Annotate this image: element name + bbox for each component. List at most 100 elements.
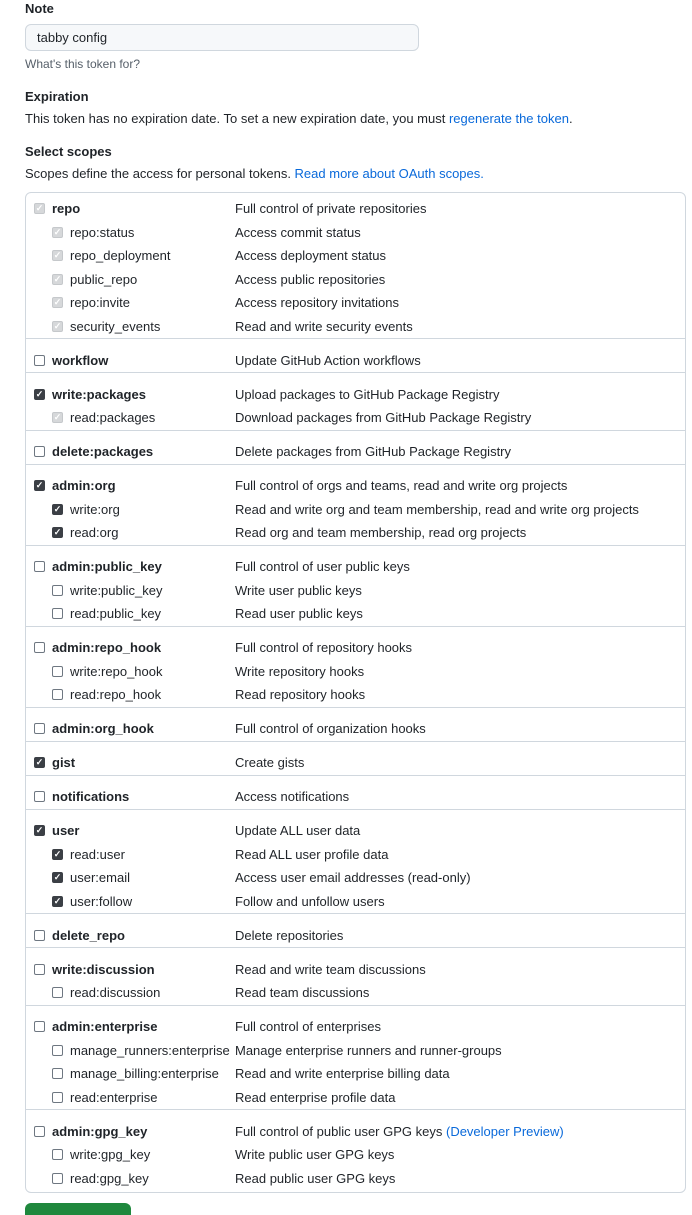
scope-checkbox[interactable] bbox=[34, 388, 45, 400]
scope-checkbox[interactable] bbox=[52, 527, 63, 538]
scope-name[interactable]: manage_runners:enterprise bbox=[70, 1043, 230, 1058]
scope-checkbox[interactable] bbox=[52, 1044, 63, 1056]
note-input[interactable] bbox=[25, 24, 419, 51]
scope-checkbox[interactable] bbox=[52, 1091, 63, 1103]
scope-name[interactable]: admin:public_key bbox=[52, 559, 162, 574]
scope-checkbox[interactable] bbox=[52, 1149, 63, 1160]
scope-checkbox[interactable] bbox=[34, 963, 45, 975]
scope-name[interactable]: security_events bbox=[70, 319, 160, 334]
note-hint: What's this token for? bbox=[25, 57, 141, 71]
scope-checkbox bbox=[52, 273, 63, 285]
scope-name[interactable]: user bbox=[52, 823, 79, 838]
scope-name[interactable]: write:discussion bbox=[52, 962, 155, 977]
scope-divider bbox=[26, 740, 685, 742]
scopes-list: repo Full control of private repositories… bbox=[25, 192, 686, 1193]
sub-scope-row: write:org Read and write org and team mem… bbox=[26, 501, 685, 521]
scope-description: Access repository invitations bbox=[235, 295, 399, 310]
scope-row: admin:repo_hook Full control of repositor… bbox=[26, 639, 685, 659]
scope-checkbox[interactable] bbox=[52, 1172, 63, 1184]
scope-checkbox bbox=[52, 297, 63, 308]
scope-checkbox[interactable] bbox=[34, 561, 45, 572]
scope-description-text: Access deployment status bbox=[235, 248, 387, 263]
scope-checkbox[interactable] bbox=[34, 1125, 45, 1137]
scope-checkbox[interactable] bbox=[34, 723, 45, 734]
scope-name[interactable]: write:org bbox=[70, 502, 120, 517]
scope-description: Read and write enterprise billing data bbox=[235, 1066, 450, 1081]
oauth-scopes-link[interactable]: Read more about OAuth scopes. bbox=[295, 166, 484, 181]
generate-token-button[interactable] bbox=[25, 1203, 131, 1215]
scope-name[interactable]: read:user bbox=[70, 847, 125, 862]
sub-scope-row: security_events Read and write security e… bbox=[26, 318, 685, 338]
scope-name[interactable]: write:gpg_key bbox=[70, 1147, 150, 1162]
developer-preview-link[interactable]: (Developer Preview) bbox=[446, 1124, 564, 1139]
scope-checkbox[interactable] bbox=[52, 584, 63, 596]
scope-divider bbox=[26, 372, 685, 373]
scope-name[interactable]: read:enterprise bbox=[70, 1090, 157, 1105]
scope-checkbox[interactable] bbox=[34, 825, 45, 836]
scope-checkbox[interactable] bbox=[34, 791, 45, 802]
scope-name[interactable]: read:repo_hook bbox=[70, 687, 161, 702]
scope-name[interactable]: admin:org bbox=[52, 478, 116, 493]
scope-description: Full control of private repositories bbox=[235, 201, 426, 216]
scope-checkbox[interactable] bbox=[34, 354, 45, 366]
sub-scope-row: repo_deployment Access deployment status bbox=[26, 247, 685, 267]
scope-description-text: Read and write enterprise billing data bbox=[235, 1066, 450, 1081]
scope-checkbox[interactable] bbox=[52, 665, 63, 677]
scope-name[interactable]: user:email bbox=[70, 870, 130, 885]
scope-description: Create gists bbox=[235, 755, 304, 770]
scope-description-text: Download packages from GitHub Package Re… bbox=[235, 410, 532, 425]
scope-description: Read ALL user profile data bbox=[235, 847, 388, 862]
scope-name[interactable]: notifications bbox=[52, 789, 129, 804]
scope-description: Read org and team membership, read org p… bbox=[235, 525, 526, 540]
scope-row: admin:org Full control of orgs and teams,… bbox=[26, 477, 685, 497]
scope-description-text: Update ALL user data bbox=[235, 823, 361, 838]
scope-description: Read user public keys bbox=[235, 606, 363, 621]
scope-name[interactable]: delete_repo bbox=[52, 928, 125, 943]
scope-description: Update GitHub Action workflows bbox=[235, 353, 421, 368]
scope-checkbox[interactable] bbox=[52, 895, 63, 907]
scope-description: Read and write org and team membership, … bbox=[235, 502, 639, 517]
scope-name[interactable]: write:public_key bbox=[70, 583, 163, 598]
scope-name[interactable]: manage_billing:enterprise bbox=[70, 1066, 219, 1081]
scope-name[interactable]: admin:repo_hook bbox=[52, 640, 161, 655]
scope-name[interactable]: user:follow bbox=[70, 894, 132, 909]
scope-name[interactable]: read:discussion bbox=[70, 985, 160, 1000]
scope-description-text: Access notifications bbox=[235, 789, 350, 804]
scope-name[interactable]: delete:packages bbox=[52, 444, 153, 459]
scope-checkbox[interactable] bbox=[52, 689, 63, 700]
scope-name[interactable]: repo bbox=[52, 201, 80, 216]
scope-checkbox[interactable] bbox=[52, 1068, 63, 1079]
scope-checkbox[interactable] bbox=[34, 929, 45, 941]
scope-description: Access notifications bbox=[235, 789, 349, 804]
scope-description: Write repository hooks bbox=[235, 664, 364, 679]
scope-name[interactable]: read:org bbox=[70, 525, 118, 540]
scope-name[interactable]: repo:invite bbox=[70, 295, 130, 310]
scope-checkbox[interactable] bbox=[52, 608, 63, 619]
scope-name[interactable]: read:packages bbox=[70, 410, 155, 425]
scope-checkbox[interactable] bbox=[34, 480, 45, 491]
scope-name[interactable]: gist bbox=[52, 755, 75, 770]
scope-checkbox[interactable] bbox=[52, 503, 63, 515]
scope-checkbox[interactable] bbox=[34, 446, 45, 457]
scope-description: Write public user GPG keys bbox=[235, 1147, 394, 1162]
scope-name[interactable]: repo:status bbox=[70, 225, 134, 240]
scope-name[interactable]: admin:gpg_key bbox=[52, 1124, 147, 1139]
scope-name[interactable]: admin:org_hook bbox=[52, 721, 154, 736]
scope-name[interactable]: admin:enterprise bbox=[52, 1019, 157, 1034]
scope-name[interactable]: write:packages bbox=[52, 387, 146, 402]
scope-name[interactable]: public_repo bbox=[70, 272, 137, 287]
regenerate-token-link[interactable]: regenerate the token bbox=[449, 111, 569, 126]
scope-checkbox[interactable] bbox=[34, 757, 45, 768]
scope-name[interactable]: read:public_key bbox=[70, 606, 161, 621]
scope-name[interactable]: write:repo_hook bbox=[70, 664, 163, 679]
scope-checkbox[interactable] bbox=[52, 848, 63, 860]
scope-name[interactable]: read:gpg_key bbox=[70, 1171, 149, 1186]
scope-checkbox[interactable] bbox=[34, 1021, 45, 1032]
scope-description-text: Write repository hooks bbox=[235, 663, 365, 679]
scope-checkbox[interactable] bbox=[52, 987, 63, 998]
scope-checkbox[interactable] bbox=[52, 872, 63, 883]
scope-checkbox[interactable] bbox=[34, 642, 45, 653]
scope-name[interactable]: workflow bbox=[52, 353, 108, 368]
scope-name[interactable]: repo_deployment bbox=[70, 248, 170, 263]
sub-scope-row: read:org Read org and team membership, re… bbox=[26, 524, 685, 544]
